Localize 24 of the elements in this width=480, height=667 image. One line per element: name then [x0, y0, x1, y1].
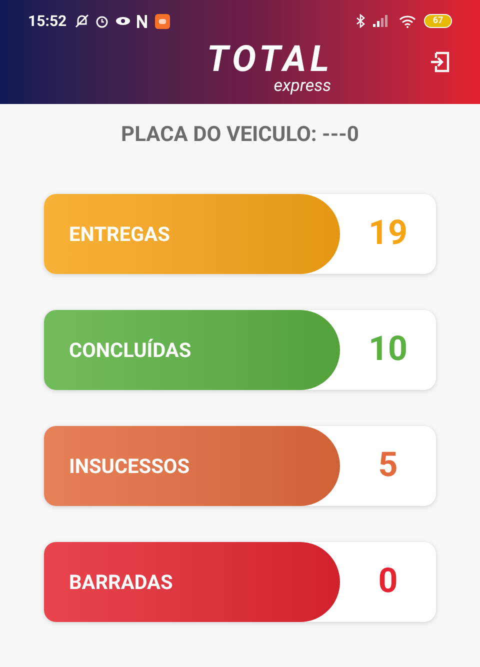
eye-icon: [114, 15, 131, 27]
card-label: CONCLUÍDAS: [69, 336, 192, 364]
status-time: 15:52: [28, 10, 67, 32]
letter-n-icon: [136, 14, 147, 28]
bluetooth-icon: [356, 14, 365, 28]
card-count: 19: [368, 212, 408, 255]
bell-off-icon: [74, 14, 89, 28]
card-count: 10: [368, 328, 408, 371]
card-label: BARRADAS: [69, 568, 173, 596]
summary-card[interactable]: ENTREGAS 19: [44, 194, 436, 274]
wifi-icon: [399, 14, 416, 28]
alarm-icon: [94, 14, 109, 28]
card-count: 0: [378, 560, 398, 603]
battery-icon: 67: [424, 14, 452, 28]
vehicle-plate-text: PLACA DO VEICULO: ---0: [121, 122, 359, 149]
signal-icon: [373, 15, 389, 27]
card-count: 5: [378, 444, 398, 487]
card-label: ENTREGAS: [69, 220, 170, 248]
app-icon: [154, 14, 170, 28]
summary-card[interactable]: CONCLUÍDAS 10: [44, 310, 436, 390]
card-label: INSUCESSOS: [69, 452, 190, 480]
summary-card[interactable]: BARRADAS 0: [44, 542, 436, 622]
summary-card[interactable]: INSUCESSOS 5: [44, 426, 436, 506]
logo: TOTAL express: [206, 42, 334, 96]
